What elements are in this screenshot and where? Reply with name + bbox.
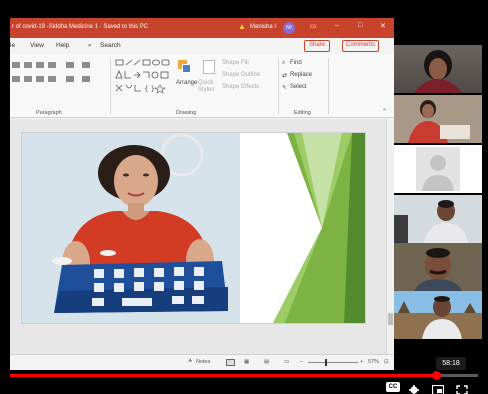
progress-fill [10,374,436,377]
shape-outline-label[interactable]: Shape Outline [222,72,260,78]
ribbon: Paragraph {} Arrange Quick Styles Shape… [10,54,394,118]
search-label[interactable]: Search [100,42,121,49]
time-badge: 58:18 [436,357,466,370]
participant-tile [394,145,482,193]
ribbon-separator [278,58,279,114]
zoom-slider-thumb[interactable] [325,359,327,366]
slide-canvas[interactable] [21,132,366,324]
ribbon-separator [328,58,329,114]
participant-tile [394,195,482,243]
participant-tile [394,243,482,291]
select-label[interactable]: Select [290,84,307,90]
minimize-icon[interactable]: – [335,22,339,29]
group-label-paragraph: Paragraph [36,110,62,116]
notes-icon[interactable]: ≙ [188,359,193,365]
slide-workspace [10,119,386,354]
share-button[interactable]: Share [304,40,331,52]
vertical-scrollbar[interactable] [386,119,394,354]
normal-view-icon[interactable] [226,359,235,366]
comments-label: Comments [346,42,376,48]
window-title: r of covid-19 -Siddha Medicine 1 · Saved… [12,24,149,30]
collapse-ribbon-icon[interactable]: ⌃ [382,108,387,115]
captions-label: CC [388,384,398,390]
group-label-editing: Editing [294,110,311,116]
svg-text:{ }: { } [144,85,155,93]
status-bar: ≙ Notes ▦ ▤ ▭ – + 57% ⊡ [10,354,394,370]
text-direction-icon[interactable] [82,62,90,68]
user-name[interactable]: Manisha I [250,24,276,30]
align-right-icon[interactable] [36,76,44,82]
replace-label[interactable]: Replace [290,72,312,78]
title-bar: r of covid-19 -Siddha Medicine 1 · Saved… [10,18,394,38]
fit-to-window-icon[interactable]: ⊡ [384,359,389,365]
scrollbar-thumb[interactable] [388,313,393,325]
justify-icon[interactable] [48,76,56,82]
ribbon-display-icon[interactable]: ▭ [310,22,317,30]
shape-effects-label[interactable]: Shape Effects [222,84,259,90]
zoom-out-icon[interactable]: – [300,359,303,365]
decrease-indent-icon[interactable] [36,62,44,68]
menu-item-help[interactable]: Help [56,42,69,49]
video-frame: r of covid-19 -Siddha Medicine 1 · Saved… [0,0,488,394]
increase-indent-icon[interactable] [48,62,56,68]
participant-tile [394,291,482,339]
progress-scrubber[interactable] [431,371,441,380]
powerpoint-window: r of covid-19 -Siddha Medicine 1 · Saved… [10,18,394,370]
notes-label[interactable]: Notes [196,359,210,365]
progress-bar[interactable] [10,371,478,380]
warning-icon: ▲ [238,22,246,31]
slide-sorter-icon[interactable]: ▦ [244,359,249,365]
gear-icon [409,385,419,394]
participant-tile [394,45,482,93]
captions-button[interactable]: CC [386,382,400,392]
zoom-level[interactable]: 57% [368,359,379,365]
avatar[interactable]: MI [283,22,295,34]
replace-icon[interactable]: ⇄ [282,72,287,79]
arrange-icon[interactable] [178,60,192,74]
fullscreen-icon [456,385,468,394]
fullscreen-button[interactable] [456,382,468,394]
reading-view-icon[interactable]: ▤ [264,359,269,365]
slideshow-icon[interactable]: ▭ [284,359,289,365]
quick-styles-label[interactable]: Quick Styles [198,80,220,94]
align-text-icon[interactable] [82,76,90,82]
menu-bar: le View Help ⌕ Search Share Comments [10,38,394,54]
close-icon[interactable]: ✕ [380,22,386,30]
shape-fill-label[interactable]: Shape Fill [222,60,249,66]
menu-item-file[interactable]: le [10,42,15,49]
group-label-drawing: Drawing [176,110,197,116]
zoom-slider[interactable] [308,359,358,366]
ribbon-separator [110,58,111,114]
find-icon[interactable]: ⌕ [282,60,285,67]
slide-photo [22,133,240,323]
line-spacing-icon[interactable] [66,62,74,68]
find-label[interactable]: Find [290,60,302,66]
share-label: Share [309,42,326,48]
numbering-icon[interactable] [24,62,32,68]
miniplayer-icon [431,384,445,394]
columns-icon[interactable] [66,76,74,82]
participant-tile [394,95,482,143]
align-center-icon[interactable] [24,76,32,82]
align-left-icon[interactable] [12,76,20,82]
comments-button[interactable]: Comments [342,40,380,52]
search-icon[interactable]: ⌕ [88,42,92,50]
settings-button[interactable] [408,382,420,394]
quick-styles-icon[interactable] [203,60,215,74]
menu-item-view[interactable]: View [30,42,44,49]
shapes-gallery[interactable]: { } [114,58,174,100]
bullets-icon[interactable] [12,62,20,68]
arrange-label[interactable]: Arrange [176,80,197,86]
select-icon[interactable]: ↖ [282,84,287,91]
zoom-in-icon[interactable]: + [360,359,363,365]
miniplayer-button[interactable] [431,382,445,394]
maximize-icon[interactable]: □ [358,22,362,29]
